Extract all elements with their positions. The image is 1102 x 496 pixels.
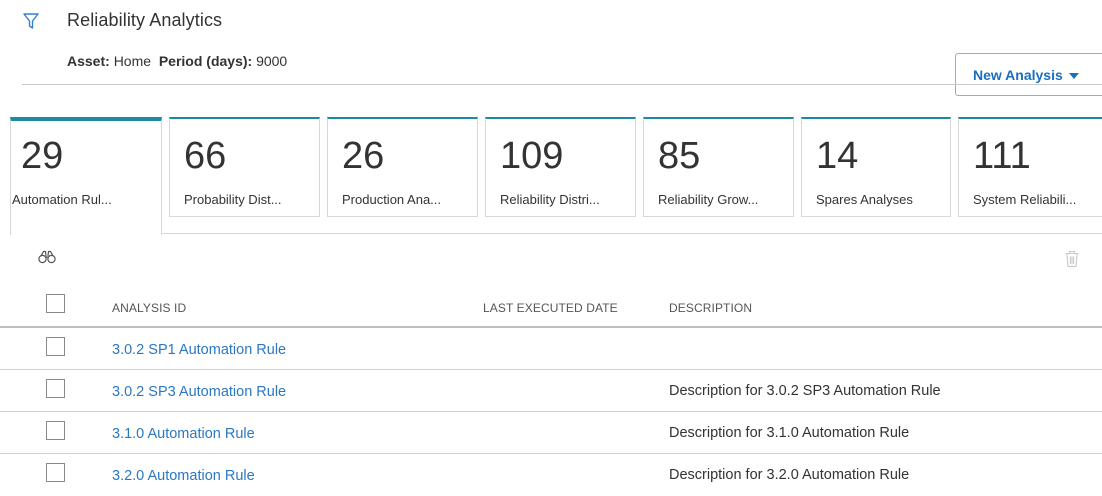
table-row: 3.2.0 Automation Rule Description for 3.… <box>0 454 1102 496</box>
binoculars-icon[interactable] <box>38 250 56 264</box>
trash-icon[interactable] <box>1064 250 1080 268</box>
asset-label: Asset: <box>67 53 110 69</box>
tile-count: 66 <box>184 135 227 177</box>
description: Description for 3.0.2 SP3 Automation Rul… <box>669 383 941 399</box>
analysis-id-link[interactable]: 3.2.0 Automation Rule <box>112 468 255 484</box>
tile-label: Spares Analyses <box>816 192 913 207</box>
context-line: Asset: Home Period (days): 9000 <box>67 53 287 69</box>
tile-label: System Reliabili... <box>973 192 1077 207</box>
header-divider <box>22 84 1102 85</box>
tile-reliability-growth[interactable]: 85 Reliability Grow... <box>643 117 794 217</box>
page-title: Reliability Analytics <box>67 10 223 30</box>
tile-production-analyses[interactable]: 26 Production Ana... <box>327 117 478 217</box>
table-row: 3.1.0 Automation Rule Description for 3.… <box>0 412 1102 454</box>
period-label: Period (days): <box>158 53 253 69</box>
table-row: 3.0.2 SP3 Automation Rule Description fo… <box>0 370 1102 412</box>
tile-reliability-distribution[interactable]: 109 Reliability Distri... <box>485 117 636 217</box>
tile-count: 111 <box>973 135 1031 177</box>
tile-label: Probability Dist... <box>184 192 282 207</box>
tile-count: 26 <box>342 135 385 177</box>
tile-label: Reliability Distri... <box>500 192 600 207</box>
table-row: 3.0.2 SP1 Automation Rule <box>0 328 1102 370</box>
analysis-id-link[interactable]: 3.0.2 SP3 Automation Rule <box>112 384 286 400</box>
tile-count: 85 <box>658 135 701 177</box>
period-value: 9000 <box>256 53 288 69</box>
description: Description for 3.1.0 Automation Rule <box>669 425 910 441</box>
tile-automation-rules[interactable]: 29 Automation Rul... <box>10 117 162 235</box>
new-analysis-label: New Analysis <box>973 66 1063 83</box>
tile-label: Production Ana... <box>342 192 442 207</box>
tile-label: Reliability Grow... <box>658 192 759 207</box>
caret-down-icon <box>1068 72 1079 79</box>
tile-count: 14 <box>816 135 859 177</box>
select-all-checkbox[interactable] <box>46 294 65 313</box>
analysis-id-link[interactable]: 3.0.2 SP1 Automation Rule <box>112 342 286 358</box>
row-checkbox[interactable] <box>46 421 65 440</box>
tile-label: Automation Rul... <box>12 192 112 207</box>
tile-system-reliability[interactable]: 111 System Reliabili... <box>958 117 1102 217</box>
tile-count: 29 <box>21 135 64 177</box>
asset-value: Home <box>113 53 152 69</box>
row-checkbox[interactable] <box>46 463 65 482</box>
analysis-type-tiles: 29 Automation Rul... 66 Probability Dist… <box>0 117 1102 237</box>
tile-probability-distribution[interactable]: 66 Probability Dist... <box>169 117 320 217</box>
column-header-description[interactable]: DESCRIPTION <box>669 301 752 315</box>
filter-icon[interactable] <box>22 12 40 30</box>
row-checkbox[interactable] <box>46 379 65 398</box>
analysis-id-link[interactable]: 3.1.0 Automation Rule <box>112 426 255 442</box>
table-header-row: ANALYSIS ID LAST EXECUTED DATE DESCRIPTI… <box>0 287 1102 328</box>
tile-count: 109 <box>500 135 564 177</box>
analyses-table: ANALYSIS ID LAST EXECUTED DATE DESCRIPTI… <box>0 287 1102 496</box>
row-checkbox[interactable] <box>46 337 65 356</box>
tile-spares-analyses[interactable]: 14 Spares Analyses <box>801 117 951 217</box>
description: Description for 3.2.0 Automation Rule <box>669 467 910 483</box>
tiles-divider <box>162 233 1102 234</box>
new-analysis-button[interactable]: New Analysis <box>955 53 1102 96</box>
column-header-last-executed-date[interactable]: LAST EXECUTED DATE <box>483 301 618 315</box>
column-header-analysis-id[interactable]: ANALYSIS ID <box>112 301 186 315</box>
